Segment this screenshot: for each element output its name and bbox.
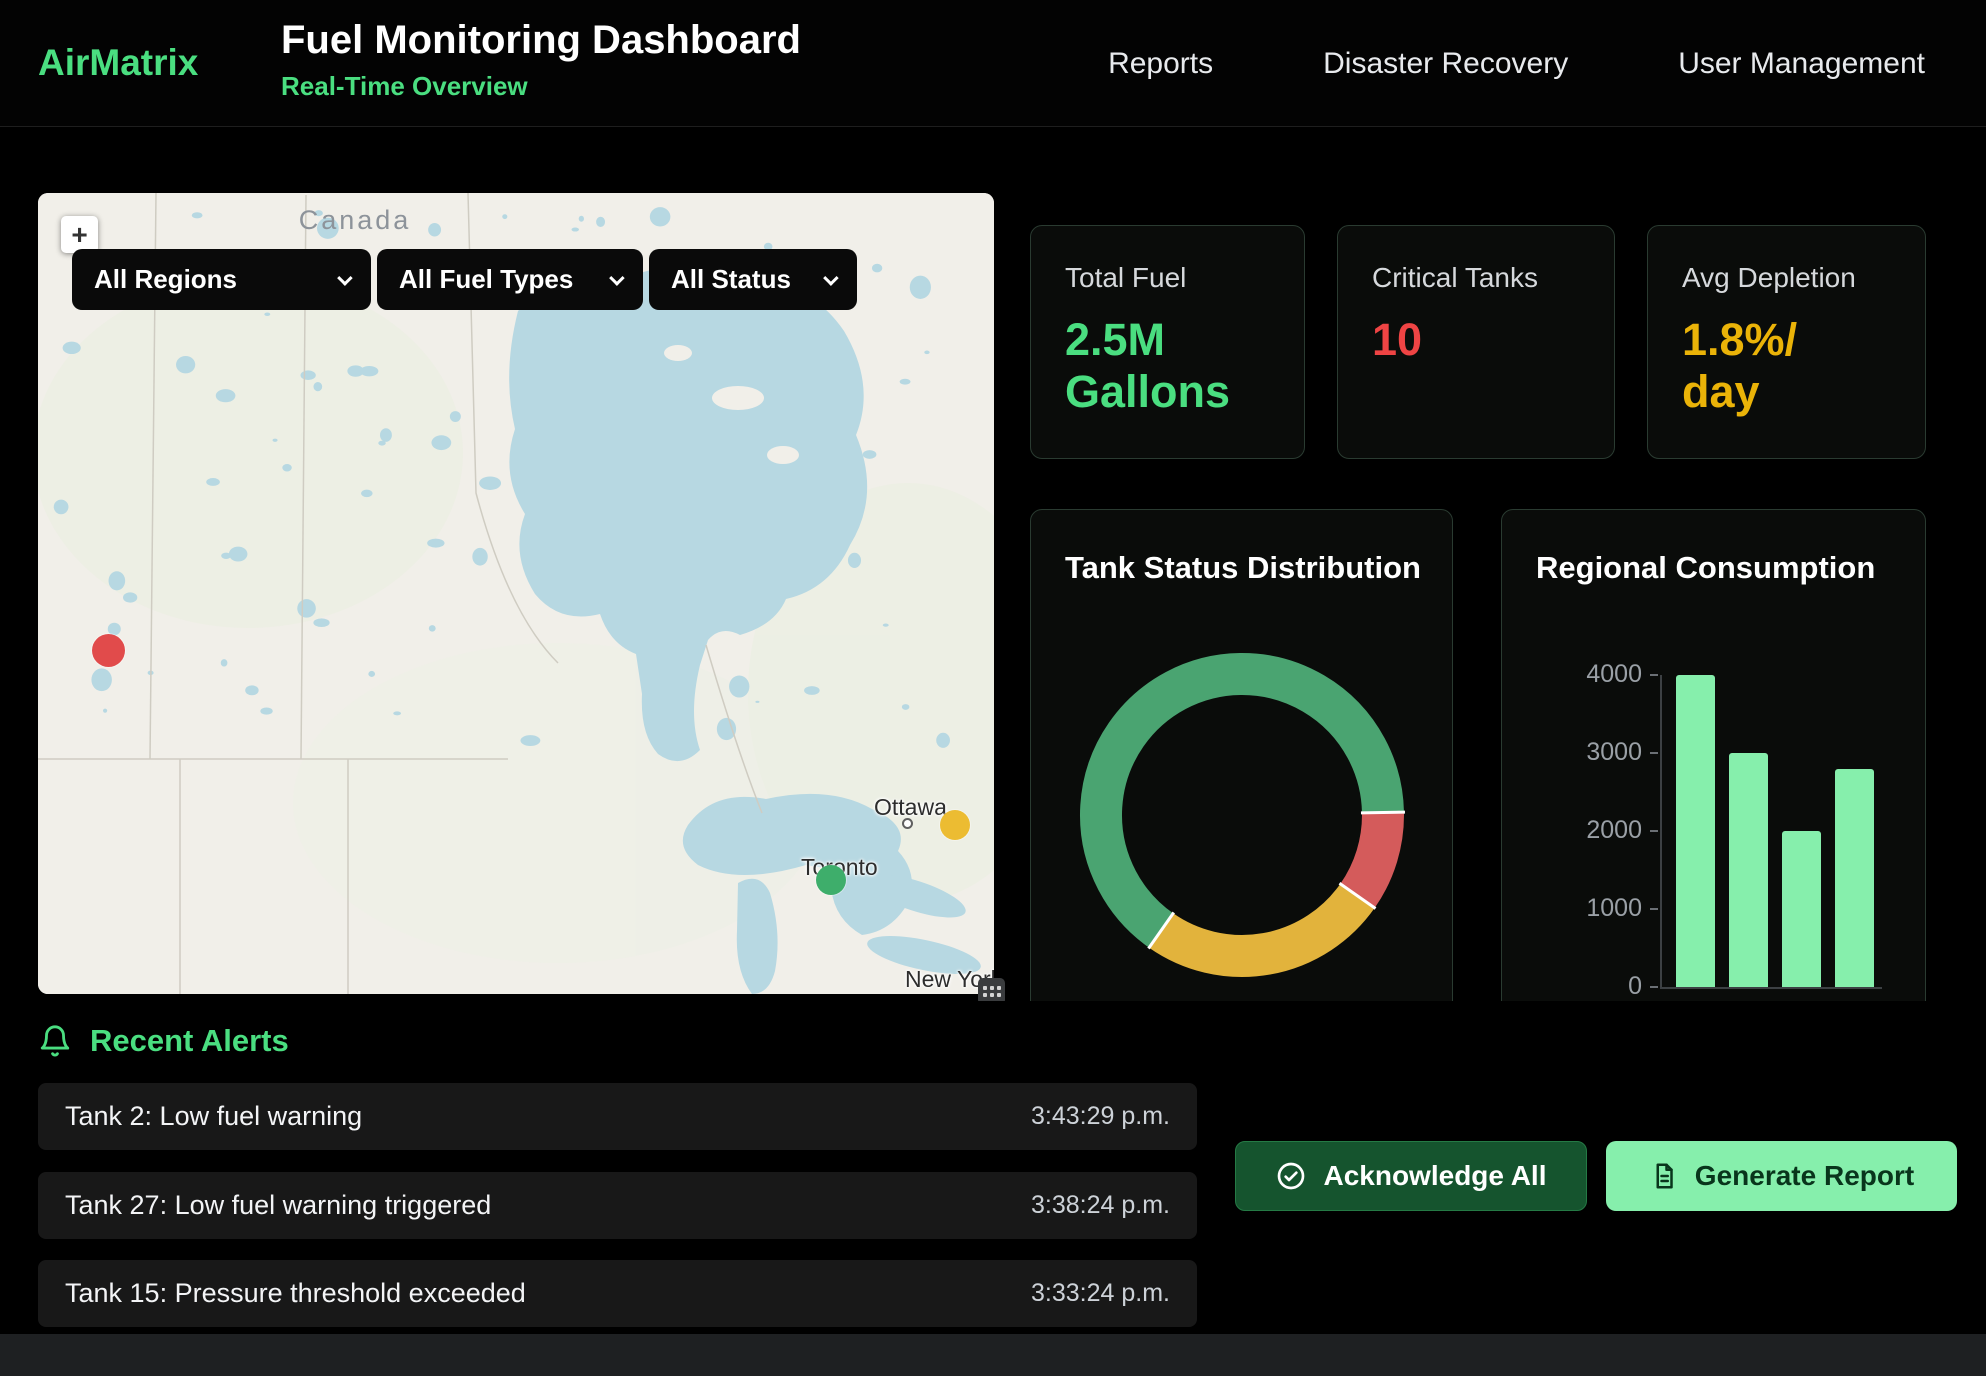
grip-dots-icon bbox=[983, 986, 987, 990]
page-title-block: Fuel Monitoring Dashboard Real-Time Over… bbox=[281, 18, 801, 102]
map-filter-bar: All Regions All Fuel Types All Status bbox=[72, 249, 857, 310]
acknowledge-all-button[interactable]: Acknowledge All bbox=[1235, 1141, 1587, 1211]
regional-consumption-card: Regional Consumption 01000200030004000Mi… bbox=[1501, 509, 1926, 1029]
y-tick-label: 1000 bbox=[1502, 894, 1642, 923]
page-subtitle: Real-Time Overview bbox=[281, 71, 801, 102]
stat-card-avg-depletion: Avg Depletion 1.8%/ day bbox=[1647, 225, 1926, 459]
recent-alerts-heading: Recent Alerts bbox=[38, 1023, 289, 1059]
stat-label: Total Fuel bbox=[1065, 262, 1270, 294]
filter-fuel-types-dropdown[interactable]: All Fuel Types bbox=[377, 249, 643, 310]
generate-report-label: Generate Report bbox=[1695, 1160, 1914, 1192]
y-axis-line bbox=[1660, 675, 1662, 987]
alert-message: Tank 27: Low fuel warning triggered bbox=[65, 1190, 491, 1221]
stat-value: 1.8%/ day bbox=[1682, 314, 1891, 418]
filter-status-label: All Status bbox=[671, 264, 791, 295]
chart-title: Regional Consumption bbox=[1536, 550, 1875, 586]
ottawa-city-icon bbox=[902, 818, 913, 829]
y-tick-label: 4000 bbox=[1502, 660, 1642, 689]
chart-title: Tank Status Distribution bbox=[1065, 550, 1421, 586]
brand-logo: AirMatrix bbox=[38, 42, 198, 84]
stat-label: Critical Tanks bbox=[1372, 262, 1580, 294]
y-tick-mark bbox=[1650, 986, 1658, 988]
y-tick-label: 3000 bbox=[1502, 738, 1642, 767]
map-label-canada: Canada bbox=[299, 205, 412, 236]
footer-bar bbox=[0, 1334, 1986, 1376]
fuel-monitoring-dashboard: AirMatrix Fuel Monitoring Dashboard Real… bbox=[0, 0, 1986, 1376]
regional-consumption-bar-chart: 01000200030004000MidwestWest bbox=[1502, 675, 1927, 987]
map-marker-normal[interactable] bbox=[816, 865, 846, 895]
nav-user-management[interactable]: User Management bbox=[1678, 47, 1925, 81]
main-nav: Reports Disaster Recovery User Managemen… bbox=[1108, 0, 1925, 127]
recent-alerts-section: Recent Alerts Tank 2: Low fuel warning 3… bbox=[0, 1001, 1986, 1334]
map-marker-warning[interactable] bbox=[940, 810, 970, 840]
alert-time: 3:43:29 p.m. bbox=[1031, 1102, 1170, 1131]
tank-status-donut-chart bbox=[1072, 645, 1412, 985]
map-marker-critical[interactable] bbox=[92, 634, 125, 667]
chevron-down-icon bbox=[823, 270, 839, 286]
x-axis-line bbox=[1660, 987, 1882, 989]
y-tick-label: 2000 bbox=[1502, 816, 1642, 845]
recent-alerts-title: Recent Alerts bbox=[90, 1023, 289, 1059]
alert-row: Tank 2: Low fuel warning 3:43:29 p.m. bbox=[38, 1083, 1197, 1150]
consumption-bar bbox=[1835, 769, 1874, 987]
consumption-bar bbox=[1676, 675, 1715, 987]
y-tick-mark bbox=[1650, 908, 1658, 910]
alert-row: Tank 27: Low fuel warning triggered 3:38… bbox=[38, 1172, 1197, 1239]
chevron-down-icon bbox=[609, 270, 625, 286]
y-tick-mark bbox=[1650, 752, 1658, 754]
stat-value: 2.5M Gallons bbox=[1065, 314, 1270, 418]
alert-time: 3:33:24 p.m. bbox=[1031, 1279, 1170, 1308]
tank-status-card: Tank Status Distribution bbox=[1030, 509, 1453, 1029]
consumption-bar bbox=[1729, 753, 1768, 987]
y-tick-mark bbox=[1650, 674, 1658, 676]
nav-disaster-recovery[interactable]: Disaster Recovery bbox=[1323, 47, 1568, 81]
acknowledge-all-label: Acknowledge All bbox=[1323, 1160, 1546, 1192]
map-label-ottawa: Ottawa bbox=[874, 794, 947, 821]
filter-regions-label: All Regions bbox=[94, 264, 237, 295]
consumption-bar bbox=[1782, 831, 1821, 987]
alert-message: Tank 2: Low fuel warning bbox=[65, 1101, 362, 1132]
map-canvas[interactable]: + All Regions All Fuel Types All Status … bbox=[38, 193, 994, 994]
filter-fuel-types-label: All Fuel Types bbox=[399, 264, 573, 295]
y-tick-mark bbox=[1650, 830, 1658, 832]
y-tick-label: 0 bbox=[1502, 972, 1642, 1001]
zoom-in-button[interactable]: + bbox=[61, 216, 98, 253]
alert-message: Tank 15: Pressure threshold exceeded bbox=[65, 1278, 526, 1309]
alert-time: 3:38:24 p.m. bbox=[1031, 1191, 1170, 1220]
alert-row: Tank 15: Pressure threshold exceeded 3:3… bbox=[38, 1260, 1197, 1327]
check-circle-icon bbox=[1275, 1160, 1307, 1192]
stat-card-critical-tanks: Critical Tanks 10 bbox=[1337, 225, 1615, 459]
stat-value: 10 bbox=[1372, 314, 1580, 366]
app-header: AirMatrix Fuel Monitoring Dashboard Real… bbox=[0, 0, 1986, 127]
filter-status-dropdown[interactable]: All Status bbox=[649, 249, 857, 310]
nav-reports[interactable]: Reports bbox=[1108, 47, 1213, 81]
filter-regions-dropdown[interactable]: All Regions bbox=[72, 249, 371, 310]
stat-label: Avg Depletion bbox=[1682, 262, 1891, 294]
document-icon bbox=[1649, 1161, 1679, 1191]
stat-card-total-fuel: Total Fuel 2.5M Gallons bbox=[1030, 225, 1305, 459]
page-title: Fuel Monitoring Dashboard bbox=[281, 18, 801, 63]
chevron-down-icon bbox=[337, 270, 353, 286]
bell-icon bbox=[38, 1024, 72, 1058]
generate-report-button[interactable]: Generate Report bbox=[1606, 1141, 1957, 1211]
